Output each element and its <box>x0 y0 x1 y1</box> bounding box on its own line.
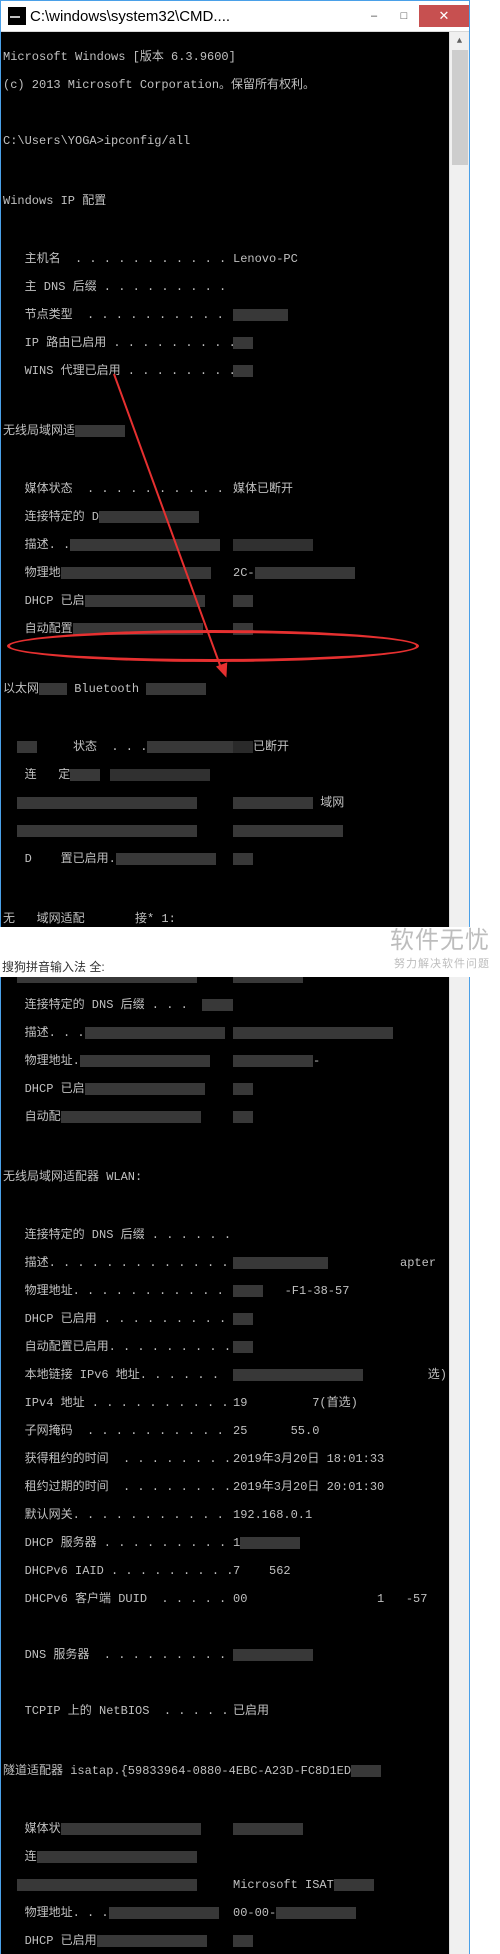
v-w-duid: 00 1 -57 <box>233 1592 447 1606</box>
k-w-ipv6: 本地链接 IPv6 地址. . . . . . <box>3 1368 219 1382</box>
k-media-state: 媒体状态 . . . . . . . . . . . . : <box>3 482 233 496</box>
section-eth: 以太网 <box>3 682 39 696</box>
command-line: C:\Users\YOGA>ipconfig/all <box>3 134 447 148</box>
k-w-duid: DHCPv6 客户端 DUID . . . . . . . : <box>3 1592 233 1606</box>
section-wlan-local: 无 域网适配 接* 1: <box>3 912 447 926</box>
k-w-lease: 获得租约的时间 . . . . . . . . . : <box>3 1452 233 1466</box>
scroll-up-icon[interactable]: ▲ <box>450 32 469 50</box>
k-w-desc: 描述. . . . . . . . . . . . . . . : <box>3 1256 233 1270</box>
k-w-mask: 子网掩码 . . . . . . . . . . . . : <box>3 1424 233 1438</box>
scrollbar[interactable]: ▲ ▼ <box>449 32 469 1954</box>
watermark-brand: 软件无忧 <box>390 920 490 955</box>
k-hostname: 主机名 . . . . . . . . . . . . . : <box>3 252 233 266</box>
section-tunnel: 隧道适配器 isatap.{59833964-0880-4EBC-A23D-FC… <box>3 1764 351 1778</box>
header-line2: (c) 2013 Microsoft Corporation。保留所有权利。 <box>3 78 447 92</box>
k-w-phys: 物理地址. . . . . . . . . . . . . : <box>3 1284 233 1298</box>
k-w-gw: 默认网关. . . . . . . . . . . . . : <box>3 1508 233 1522</box>
section-wlan: 无线局域网适配器 WLAN: <box>3 1170 447 1184</box>
v-w-ipv4: 19 7(首选) <box>233 1396 447 1410</box>
watermark-slogan: 努力解决软件问题 <box>390 955 490 971</box>
annotation-arrowhead-icon <box>216 662 232 679</box>
v-hostname: Lenovo-PC <box>233 252 447 266</box>
k-w-auto: 自动配置已启用. . . . . . . . . . : <box>3 1340 233 1354</box>
titlebar[interactable]: C:\windows\system32\CMD.... – □ ✕ <box>1 1 469 32</box>
close-button[interactable]: ✕ <box>419 5 469 27</box>
v-w-netbios: 已启用 <box>233 1704 447 1718</box>
k-w-dnss: DNS 服务器 . . . . . . . . . . . : <box>3 1648 233 1662</box>
watermark: 软件无忧 努力解决软件问题 <box>390 920 490 971</box>
v-w-mask: 25 55.0 <box>233 1424 447 1438</box>
v-w-gw: 192.168.0.1 <box>233 1508 447 1522</box>
k-w-conn: 连接特定的 DNS 后缀 . . . . . . . : <box>3 1228 233 1242</box>
k-w-ipv4: IPv4 地址 . . . . . . . . . . . . : <box>3 1396 233 1410</box>
v-w-exp: 2019年3月20日 20:01:30 <box>233 1480 447 1494</box>
k-w-iaid: DHCPv6 IAID . . . . . . . . . . . : <box>3 1564 233 1578</box>
footer: 搜狗拼音输入法 全: 软件无忧 努力解决软件问题 <box>0 927 500 977</box>
k-w-netbios: TCPIP 上的 NetBIOS . . . . . . . : <box>3 1704 233 1718</box>
section-winip: Windows IP 配置 <box>3 194 447 208</box>
k-w-dhcp: DHCP 已启用 . . . . . . . . . . . : <box>3 1312 233 1326</box>
ime-indicator: 搜狗拼音输入法 全: <box>2 958 105 975</box>
window-title: C:\windows\system32\CMD.... <box>30 8 359 25</box>
console-output[interactable]: Microsoft Windows [版本 6.3.9600] (c) 2013… <box>1 32 449 1954</box>
minimize-button[interactable]: – <box>359 5 389 27</box>
scroll-thumb[interactable] <box>452 50 468 165</box>
v-media-state: 媒体已断开 <box>233 482 447 496</box>
k-wins-proxy: WINS 代理已启用 . . . . . . . . . : <box>3 364 233 378</box>
k-w-exp: 租约过期的时间 . . . . . . . . . : <box>3 1480 233 1494</box>
cmd-window: C:\windows\system32\CMD.... – □ ✕ Micros… <box>0 0 470 1954</box>
k-ip-routing: IP 路由已启用 . . . . . . . . . . : <box>3 336 233 350</box>
k-w-dhcps: DHCP 服务器 . . . . . . . . . . . : <box>3 1536 233 1550</box>
k-dns-suffix: 主 DNS 后缀 . . . . . . . . . . . : <box>3 280 233 294</box>
cmd-icon <box>8 7 26 25</box>
section-wlan1: 无线局域网适 <box>3 424 75 438</box>
v-w-lease: 2019年3月20日 18:01:33 <box>233 1452 447 1466</box>
v-w-iaid: 7 562 <box>233 1564 447 1578</box>
k-node-type: 节点类型 . . . . . . . . . . . . : <box>3 308 233 322</box>
header-line1: Microsoft Windows [版本 6.3.9600] <box>3 50 447 64</box>
window-buttons: – □ ✕ <box>359 5 469 27</box>
maximize-button[interactable]: □ <box>389 5 419 27</box>
v-dns-suffix <box>233 280 447 294</box>
